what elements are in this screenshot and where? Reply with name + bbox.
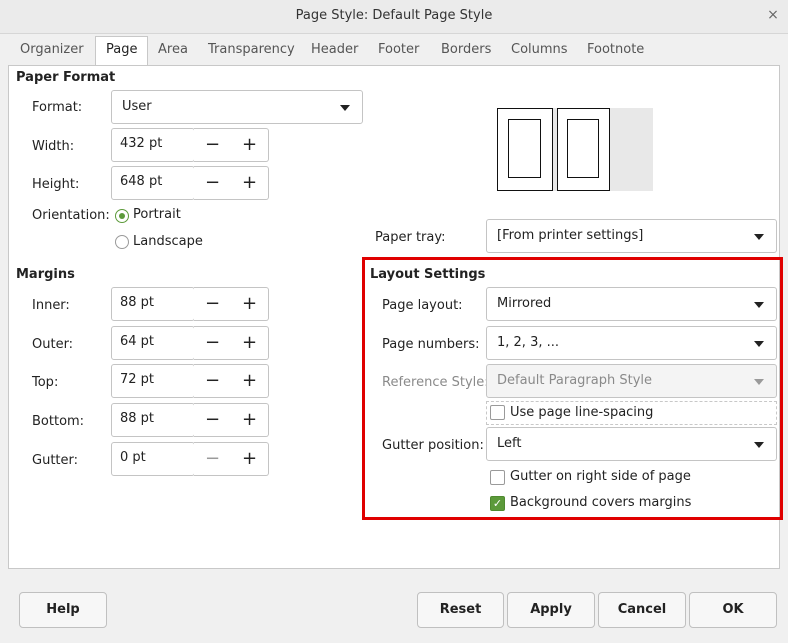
inner-increase-button[interactable]: + xyxy=(231,287,269,321)
format-value: User xyxy=(122,99,152,114)
format-label: Format: xyxy=(32,100,83,115)
tab-transparency[interactable]: Transparency xyxy=(208,40,295,64)
format-dropdown[interactable]: User xyxy=(111,90,363,124)
landscape-label[interactable]: Landscape xyxy=(133,234,203,249)
top-field[interactable]: 72 pt xyxy=(111,364,195,398)
ok-button[interactable]: OK xyxy=(689,592,777,628)
inner-field[interactable]: 88 pt xyxy=(111,287,195,321)
top-decrease-button[interactable]: − xyxy=(194,364,232,398)
height-field[interactable]: 648 pt xyxy=(111,166,195,200)
outer-decrease-button[interactable]: − xyxy=(194,326,232,360)
paper-tray-label: Paper tray: xyxy=(375,230,446,245)
portrait-radio[interactable] xyxy=(115,209,129,223)
bottom-label: Bottom: xyxy=(32,414,85,429)
gutter-increase-button[interactable]: + xyxy=(231,442,269,476)
top-label: Top: xyxy=(32,375,59,390)
landscape-radio[interactable] xyxy=(115,235,129,249)
bottom-decrease-button[interactable]: − xyxy=(194,403,232,437)
paper-tray-dropdown[interactable]: [From printer settings] xyxy=(486,219,777,253)
chevron-down-icon xyxy=(754,234,764,240)
tab-page[interactable]: Page xyxy=(95,36,149,66)
height-decrease-button[interactable]: − xyxy=(194,166,232,200)
height-increase-button[interactable]: + xyxy=(231,166,269,200)
close-icon[interactable]: × xyxy=(764,7,782,25)
paper-format-heading: Paper Format xyxy=(16,70,116,85)
help-button[interactable]: Help xyxy=(19,592,107,628)
tab-footnote[interactable]: Footnote xyxy=(587,40,644,64)
width-decrease-button[interactable]: − xyxy=(194,128,232,162)
cancel-button[interactable]: Cancel xyxy=(598,592,686,628)
bottom-increase-button[interactable]: + xyxy=(231,403,269,437)
top-increase-button[interactable]: + xyxy=(231,364,269,398)
height-label: Height: xyxy=(32,177,80,192)
width-label: Width: xyxy=(32,139,75,154)
preview-left-page xyxy=(497,108,553,191)
outer-label: Outer: xyxy=(32,337,74,352)
chevron-down-icon xyxy=(340,105,350,111)
margins-heading: Margins xyxy=(16,267,75,282)
tab-organizer[interactable]: Organizer xyxy=(20,40,84,64)
tab-footer[interactable]: Footer xyxy=(378,40,419,64)
tab-area[interactable]: Area xyxy=(158,40,188,64)
width-increase-button[interactable]: + xyxy=(231,128,269,162)
tab-header[interactable]: Header xyxy=(311,40,358,64)
width-field[interactable]: 432 pt xyxy=(111,128,195,162)
inner-label: Inner: xyxy=(32,298,70,313)
portrait-label[interactable]: Portrait xyxy=(133,207,181,222)
outer-field[interactable]: 64 pt xyxy=(111,326,195,360)
orientation-label: Orientation: xyxy=(32,208,110,223)
bottom-field[interactable]: 88 pt xyxy=(111,403,195,437)
gutter-decrease-button[interactable]: − xyxy=(194,442,232,476)
apply-button[interactable]: Apply xyxy=(507,592,595,628)
gutter-field[interactable]: 0 pt xyxy=(111,442,195,476)
highlight-box xyxy=(362,257,783,520)
tab-borders[interactable]: Borders xyxy=(441,40,491,64)
window-title: Page Style: Default Page Style xyxy=(295,8,493,23)
gutter-label: Gutter: xyxy=(32,453,79,468)
preview-right-page xyxy=(557,108,610,191)
tab-columns[interactable]: Columns xyxy=(511,40,568,64)
outer-increase-button[interactable]: + xyxy=(231,326,269,360)
paper-tray-value: [From printer settings] xyxy=(497,228,644,243)
inner-decrease-button[interactable]: − xyxy=(194,287,232,321)
reset-button[interactable]: Reset xyxy=(417,592,504,628)
